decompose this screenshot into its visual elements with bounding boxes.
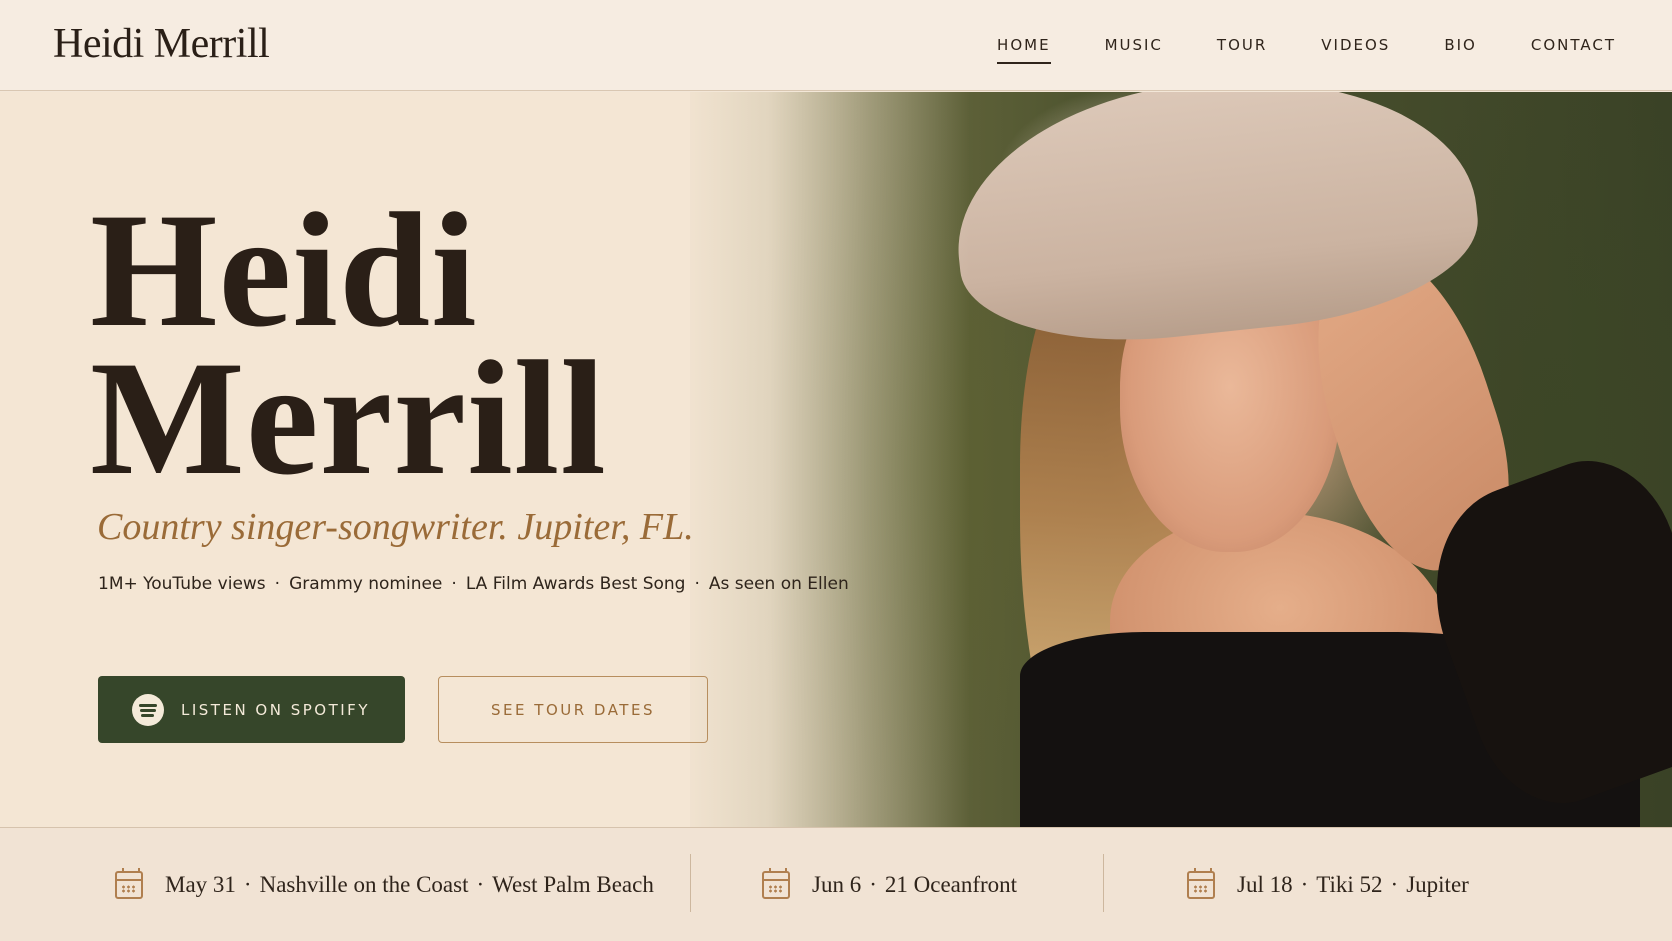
tour-date: Jul 18 [1237,872,1293,897]
see-tour-dates-button[interactable]: SEE TOUR DATES [438,676,708,743]
tour-divider [690,854,691,912]
listen-on-spotify-label: LISTEN ON SPOTIFY [181,700,370,719]
tour-date-item[interactable]: Jun 6 · 21 Oceanfront [762,828,1017,941]
tour-venue: Tiki 52 [1316,872,1383,897]
calendar-icon [115,868,143,899]
tour-date-item[interactable]: Jul 18 · Tiki 52 · Jupiter [1187,828,1469,941]
hero-title-first: Heidi [90,180,478,361]
spotify-icon [132,693,164,726]
credits-line: 1M+ YouTube views · Grammy nominee · LA … [98,574,849,594]
calendar-icon [762,868,790,899]
hero-section: Heidi Merrill Country singer-songwriter.… [0,92,1672,827]
nav-contact[interactable]: CONTACT [1531,36,1616,64]
credit-item: As seen on Ellen [708,574,849,594]
calendar-icon [1187,868,1215,899]
credit-item: Grammy nominee [289,574,443,594]
main-nav: HOME MUSIC TOUR VIDEOS BIO CONTACT [943,36,1616,64]
hero-title: Heidi Merrill [90,180,607,509]
tour-date-item[interactable]: May 31 · Nashville on the Coast · West Palm … [115,828,654,941]
tour-venue: 21 Oceanfront [884,872,1018,897]
tour-divider [1103,854,1104,912]
tour-dates-bar: May 31 · Nashville on the Coast · West Palm … [0,827,1672,941]
listen-on-spotify-button[interactable]: LISTEN ON SPOTIFY [98,676,405,743]
hero-tagline: Country singer-songwriter. Jupiter, FL. [97,506,694,548]
tour-date: Jun 6 [812,872,862,897]
hero-title-last: Merrill [90,328,607,509]
site-header: Heidi Merrill HOME MUSIC TOUR VIDEOS BIO… [0,0,1672,91]
credit-item: LA Film Awards Best Song [465,574,686,594]
credit-separator: · [694,574,700,594]
credit-separator: · [451,574,457,594]
nav-videos[interactable]: VIDEOS [1321,36,1390,64]
tour-city: West Palm Beach [492,872,654,897]
nav-tour[interactable]: TOUR [1217,36,1267,64]
site-logo[interactable]: Heidi Merrill [53,20,270,68]
credit-separator: · [274,574,281,594]
tour-date: May 31 [165,872,236,897]
nav-home[interactable]: HOME [997,36,1051,64]
nav-music[interactable]: MUSIC [1105,36,1163,64]
nav-bio[interactable]: BIO [1444,36,1477,64]
tour-city: Jupiter [1406,872,1469,897]
credit-item: 1M+ YouTube views [98,574,266,594]
tour-venue: Nashville on the Coast [259,872,469,897]
